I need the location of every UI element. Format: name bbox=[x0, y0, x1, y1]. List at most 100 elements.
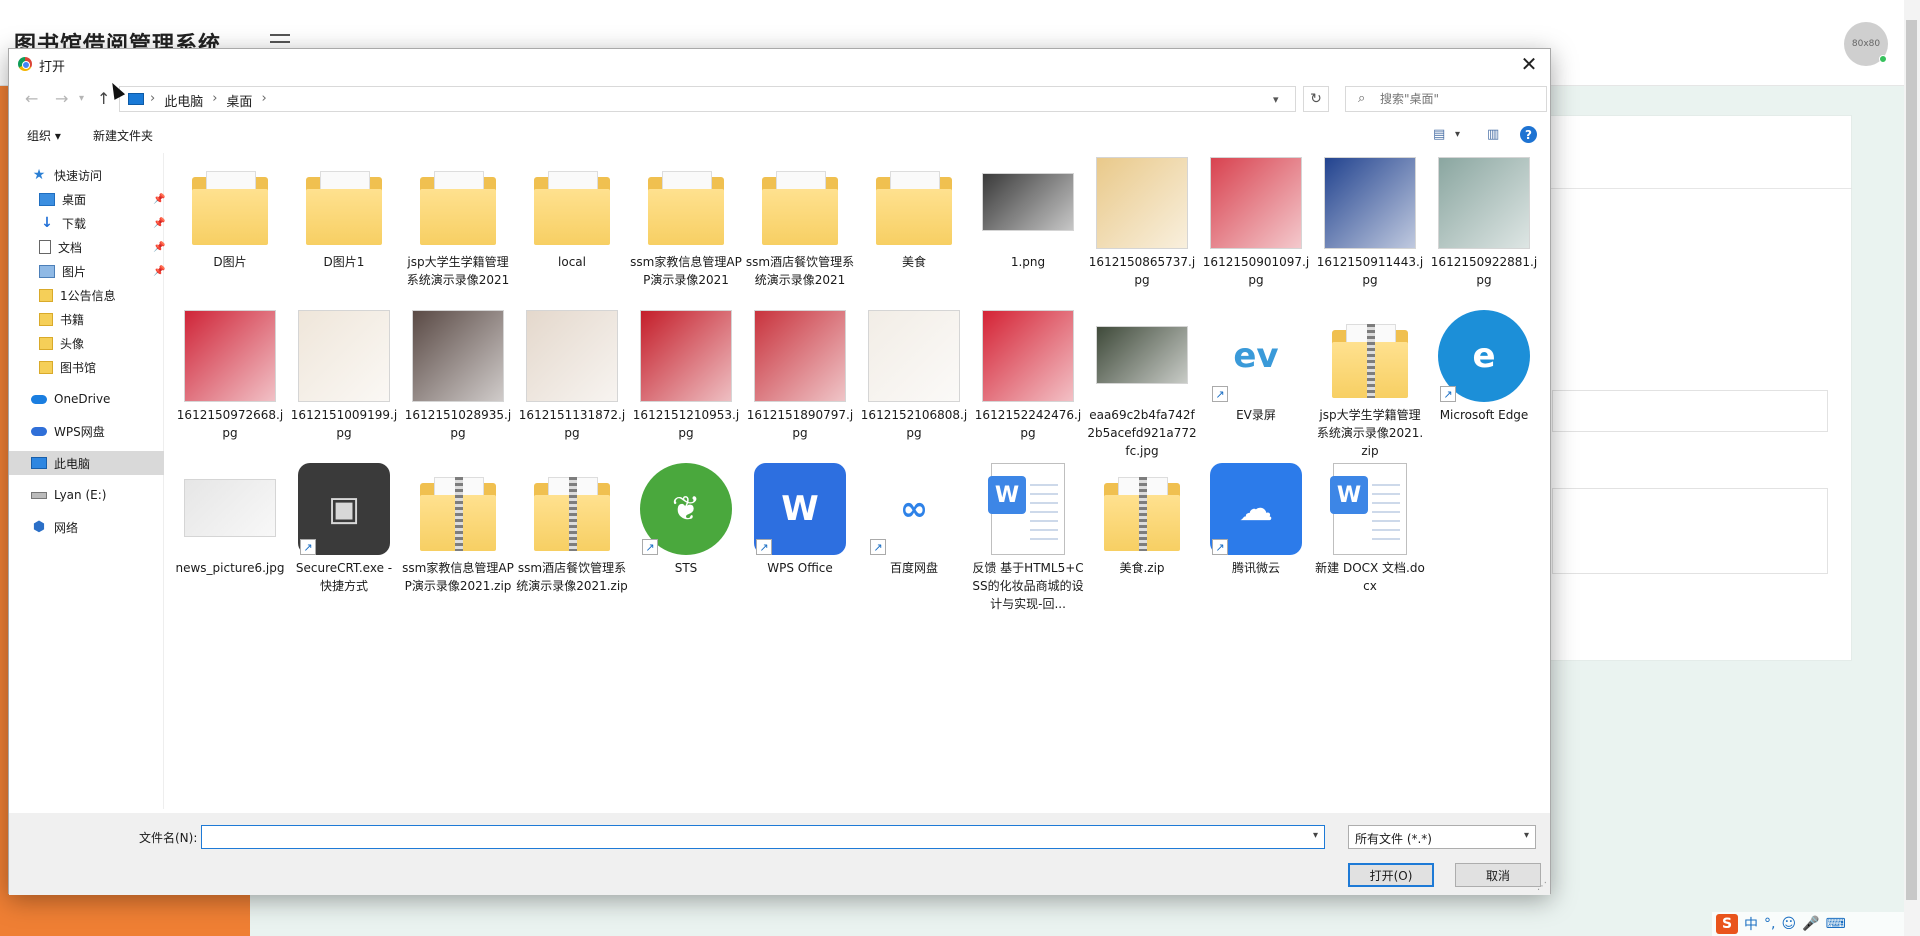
folder-icon bbox=[306, 171, 382, 245]
chevron-down-icon[interactable]: ▾ bbox=[1313, 830, 1318, 841]
file-item[interactable]: 1612150922881.jpg bbox=[1428, 155, 1540, 308]
open-button[interactable]: 打开(O) bbox=[1348, 863, 1434, 887]
preview-pane-icon[interactable]: ▥ bbox=[1487, 127, 1499, 142]
filename-input[interactable] bbox=[202, 826, 1292, 846]
help-icon[interactable]: ? bbox=[1520, 126, 1537, 143]
file-item[interactable]: 美食.zip bbox=[1086, 461, 1198, 614]
breadcrumb-this-pc[interactable]: 此电脑 bbox=[164, 91, 203, 110]
file-item[interactable]: ev ↗ EV录屏 bbox=[1200, 308, 1312, 461]
file-item[interactable]: 1612151131872.jpg bbox=[516, 308, 628, 461]
chevron-down-icon[interactable]: ▾ bbox=[1273, 93, 1279, 106]
sidebar-item[interactable]: 书籍 bbox=[9, 307, 164, 331]
file-item[interactable]: W 反馈 基于HTML5+CSS的化妆品商城的设计与实现-回... bbox=[972, 461, 1084, 614]
ime-punctuation[interactable]: °, bbox=[1764, 916, 1775, 932]
sidebar-item[interactable]: 文档 📌 bbox=[9, 235, 165, 259]
organize-button[interactable]: 组织 ▾ bbox=[27, 127, 61, 144]
file-item[interactable]: 1612151009199.jpg bbox=[288, 308, 400, 461]
file-item[interactable]: W ↗ WPS Office bbox=[744, 461, 856, 614]
file-item[interactable]: ☁ ↗ 腾讯微云 bbox=[1200, 461, 1312, 614]
file-item[interactable]: 1612152106808.jpg bbox=[858, 308, 970, 461]
open-file-dialog: 打开 ✕ ← → ▾ ↑ › 此电脑 › 桌面 › ▾ ↻ ⌕ 组织 ▾ 新建文… bbox=[8, 48, 1551, 895]
resize-grip-icon[interactable]: ⋰ bbox=[1537, 881, 1547, 892]
change-view-icon[interactable]: ▤ bbox=[1433, 127, 1445, 142]
forward-arrow-icon[interactable]: → bbox=[55, 89, 68, 108]
file-item[interactable]: ssm酒店餐饮管理系统演示录像2021.zip bbox=[516, 461, 628, 614]
file-item[interactable]: ssm酒店餐饮管理系统演示录像2021 bbox=[744, 155, 856, 308]
file-item[interactable]: 1612150901097.jpg bbox=[1200, 155, 1312, 308]
sidebar-item[interactable]: WPS网盘 bbox=[9, 419, 164, 443]
file-item[interactable]: D图片1 bbox=[288, 155, 400, 308]
file-item[interactable]: 1612150911443.jpg bbox=[1314, 155, 1426, 308]
back-arrow-icon[interactable]: ← bbox=[25, 89, 38, 108]
file-thumbnail: W bbox=[972, 461, 1084, 557]
app-form-textarea[interactable] bbox=[1552, 488, 1828, 574]
file-item[interactable]: eaa69c2b4fa742f2b5acefd921a772fc.jpg bbox=[1086, 308, 1198, 461]
file-item[interactable]: 1612150972668.jpg bbox=[174, 308, 286, 461]
refresh-icon[interactable]: ↻ bbox=[1303, 86, 1329, 112]
sidebar-item[interactable]: 桌面 📌 bbox=[9, 187, 165, 211]
file-item[interactable]: ❦ ↗ STS bbox=[630, 461, 742, 614]
file-item[interactable]: ssm家教信息管理APP演示录像2021.zip bbox=[402, 461, 514, 614]
file-item[interactable]: jsp大学生学籍管理系统演示录像2021 bbox=[402, 155, 514, 308]
sidebar-item[interactable]: OneDrive bbox=[9, 387, 164, 411]
up-arrow-icon[interactable]: ↑ bbox=[97, 89, 110, 108]
file-item[interactable]: ssm家教信息管理APP演示录像2021 bbox=[630, 155, 742, 308]
image-thumbnail-icon bbox=[1096, 157, 1188, 249]
file-item[interactable]: 1.png bbox=[972, 155, 1084, 308]
app-form-input[interactable] bbox=[1552, 390, 1828, 432]
sidebar-item[interactable]: ↓ 下载 📌 bbox=[9, 211, 165, 235]
sidebar-item[interactable]: 此电脑 bbox=[9, 451, 164, 475]
file-thumbnail: ∞ ↗ bbox=[858, 461, 970, 557]
file-item[interactable]: e ↗ Microsoft Edge bbox=[1428, 308, 1540, 461]
shortcut-arrow-icon: ↗ bbox=[1440, 386, 1456, 402]
file-item[interactable]: 1612151210953.jpg bbox=[630, 308, 742, 461]
address-bar[interactable]: › 此电脑 › 桌面 › ▾ bbox=[119, 86, 1296, 112]
sogou-ime-icon[interactable]: S bbox=[1716, 914, 1738, 934]
ime-chinese-mode[interactable]: 中 bbox=[1744, 914, 1758, 934]
file-item[interactable]: 1612150865737.jpg bbox=[1086, 155, 1198, 308]
search-box[interactable]: ⌕ bbox=[1345, 86, 1547, 112]
file-item[interactable]: news_picture6.jpg bbox=[174, 461, 286, 614]
keyboard-icon[interactable]: ⌨ bbox=[1826, 916, 1846, 932]
file-name: 反馈 基于HTML5+CSS的化妆品商城的设计与实现-回... bbox=[972, 561, 1084, 611]
file-name: 腾讯微云 bbox=[1231, 561, 1280, 575]
chevron-down-icon[interactable]: ▾ bbox=[1455, 129, 1460, 140]
filename-field[interactable]: ▾ bbox=[201, 825, 1325, 849]
file-item[interactable]: jsp大学生学籍管理系统演示录像2021.zip bbox=[1314, 308, 1426, 461]
microphone-icon[interactable]: 🎤 bbox=[1802, 916, 1819, 932]
file-item[interactable]: W 新建 DOCX 文档.docx bbox=[1314, 461, 1426, 614]
file-item[interactable]: 1612151890797.jpg bbox=[744, 308, 856, 461]
file-item[interactable]: 1612151028935.jpg bbox=[402, 308, 514, 461]
sidebar-item[interactable]: 1公告信息 bbox=[9, 283, 164, 307]
file-thumbnail: ev ↗ bbox=[1200, 308, 1312, 404]
recent-locations-chevron-icon[interactable]: ▾ bbox=[79, 93, 84, 104]
file-item[interactable]: ∞ ↗ 百度网盘 bbox=[858, 461, 970, 614]
sidebar-item[interactable]: ⬢ 网络 bbox=[9, 515, 164, 539]
shortcut-arrow-icon: ↗ bbox=[870, 539, 886, 555]
sidebar-item-label: 此电脑 bbox=[54, 456, 91, 471]
file-item[interactable]: ▣ ↗ SecureCRT.exe - 快捷方式 bbox=[288, 461, 400, 614]
emoji-icon[interactable]: ☺ bbox=[1781, 916, 1796, 932]
file-item[interactable]: local bbox=[516, 155, 628, 308]
file-thumbnail: W ↗ bbox=[744, 461, 856, 557]
sidebar-item[interactable]: 图书馆 bbox=[9, 355, 164, 379]
file-name: 1612151890797.jpg bbox=[746, 408, 854, 440]
breadcrumb-desktop[interactable]: 桌面 bbox=[226, 91, 252, 110]
chevron-down-icon: ▾ bbox=[1523, 830, 1529, 841]
cancel-button[interactable]: 取消 bbox=[1455, 863, 1541, 887]
wps-cloud-icon bbox=[31, 426, 47, 436]
file-type-select[interactable]: 所有文件 (*.*) ▾ bbox=[1348, 825, 1536, 849]
sidebar-item[interactable]: ★ 快速访问 bbox=[9, 163, 164, 187]
sidebar-item[interactable]: Lyan (E:) bbox=[9, 483, 164, 507]
close-icon[interactable]: ✕ bbox=[1506, 49, 1552, 79]
search-input[interactable] bbox=[1380, 90, 1540, 108]
dialog-titlebar[interactable]: 打开 ✕ bbox=[9, 49, 1550, 79]
sidebar-item[interactable]: 图片 📌 bbox=[9, 259, 165, 283]
sidebar-item[interactable]: 头像 bbox=[9, 331, 164, 355]
word-document-icon: W bbox=[988, 463, 1065, 555]
new-folder-button[interactable]: 新建文件夹 bbox=[93, 127, 153, 144]
page-scrollbar-thumb[interactable] bbox=[1906, 20, 1917, 900]
file-item[interactable]: 美食 bbox=[858, 155, 970, 308]
file-item[interactable]: D图片 bbox=[174, 155, 286, 308]
file-item[interactable]: 1612152242476.jpg bbox=[972, 308, 1084, 461]
